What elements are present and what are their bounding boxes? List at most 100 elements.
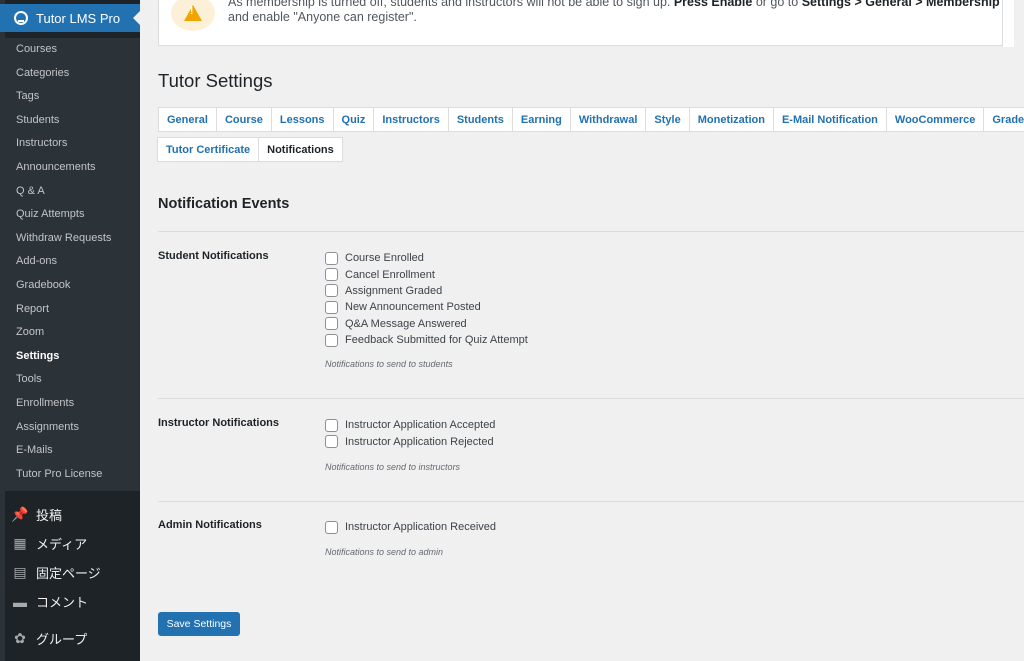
tab-earning[interactable]: Earning: [511, 107, 571, 132]
tab-gradebook[interactable]: Gradebook: [983, 107, 1024, 132]
sidebar-item-tutor-pro-license[interactable]: Tutor Pro License: [0, 463, 140, 487]
notification-option-label: Feedback Submitted for Quiz Attempt: [345, 334, 528, 347]
notification-option-label: Instructor Application Rejected: [345, 435, 494, 448]
save-settings-button[interactable]: Save Settings: [158, 612, 240, 636]
divider: [158, 398, 1024, 399]
wp-main-menu: 📌 投稿 ▦ メディア ▤ 固定ページ ▬ コメント ✿ グループ: [0, 500, 140, 653]
media-icon: ▦: [13, 535, 27, 551]
tab-quiz[interactable]: Quiz: [332, 107, 375, 132]
notice-settings-path: Settings > General > Membership: [801, 0, 1000, 9]
notification-option-label: Instructor Application Accepted: [345, 419, 496, 432]
tab-tutor-certificate[interactable]: Tutor Certificate: [157, 137, 260, 162]
section-title: Notification Events: [158, 196, 290, 212]
admin-notifications-label: Admin Notifications: [158, 519, 262, 531]
checkbox[interactable]: [325, 333, 338, 347]
main-content: ! As membership is turned off, students …: [140, 0, 1024, 661]
sidebar-item-courses[interactable]: Courses: [0, 38, 140, 62]
tabs-row-1: General Course Lessons Quiz Instructors Stude…: [158, 107, 1024, 132]
tab-instructors[interactable]: Instructors: [373, 107, 449, 132]
sidebar-item-add-ons[interactable]: Add-ons: [0, 250, 140, 274]
notification-option-instructor-application-accepted[interactable]: Instructor Application Accepted: [325, 417, 495, 433]
sidebar-main-item-label: コメント: [36, 595, 89, 610]
checkbox[interactable]: [325, 300, 338, 314]
sidebar-main-item-label: 固定ページ: [36, 566, 101, 581]
sidebar-item-quiz-attempts[interactable]: Quiz Attempts: [0, 203, 140, 227]
sidebar-main-item-3[interactable]: ▬ コメント: [0, 587, 140, 616]
instructor-notifications-description: Notifications to send to instructors: [325, 462, 461, 472]
current-menu-arrow-icon: [133, 11, 140, 25]
tab-e-mail-notification[interactable]: E-Mail Notification: [772, 107, 887, 132]
sidebar-item-withdraw-requests[interactable]: Withdraw Requests: [0, 227, 140, 251]
tab-students[interactable]: Students: [447, 107, 513, 132]
comment-icon: ▬: [13, 593, 27, 610]
tab-general[interactable]: General: [158, 107, 217, 132]
sidebar-item-gradebook[interactable]: Gradebook: [0, 274, 140, 298]
notification-option-instructor-application-received[interactable]: Instructor Application Received: [325, 519, 496, 535]
divider: [158, 501, 1024, 502]
notification-option-label: Instructor Application Received: [345, 521, 497, 534]
student-notifications-label: Student Notifications: [158, 250, 269, 262]
divider: [158, 231, 1024, 232]
tutor-submenu: Courses Categories Tags Students Instructors…: [0, 38, 140, 491]
notification-option-feedback-submitted-for-quiz-attempt[interactable]: Feedback Submitted for Quiz Attempt: [325, 332, 528, 348]
notification-option-label: Cancel Enrollment: [345, 268, 435, 281]
pin-icon: 📌: [11, 506, 29, 522]
tab-withdrawal[interactable]: Withdrawal: [569, 107, 647, 132]
sidebar-item-tags[interactable]: Tags: [0, 85, 140, 109]
notice-text: As membership is turned off, students an…: [228, 0, 1008, 24]
sidebar-item-instructors[interactable]: Instructors: [0, 132, 140, 156]
notice-text-2: or go to: [752, 0, 802, 9]
sidebar-item-tools[interactable]: Tools: [0, 368, 140, 392]
checkbox[interactable]: [325, 435, 338, 449]
tab-woocommerce[interactable]: WooCommerce: [885, 107, 985, 132]
sidebar-item-e-mails[interactable]: E-Mails: [0, 439, 140, 463]
sidebar-item-categories[interactable]: Categories: [0, 62, 140, 86]
tutor-logo-icon: [14, 11, 28, 25]
sidebar-main-item-label: メディア: [36, 537, 88, 552]
notice-text-3: and enable "Anyone can register".: [228, 9, 417, 24]
sidebar-item-report[interactable]: Report: [0, 298, 140, 322]
tab-lessons[interactable]: Lessons: [270, 107, 334, 132]
checkbox[interactable]: [325, 284, 338, 298]
sidebar-item-assignments[interactable]: Assignments: [0, 416, 140, 440]
checkbox[interactable]: [325, 251, 338, 265]
admin-notifications-options: Instructor Application Received: [325, 519, 496, 535]
sidebar-item-settings[interactable]: Settings: [0, 345, 140, 369]
sidebar-item-students[interactable]: Students: [0, 109, 140, 133]
tab-notifications[interactable]: Notifications: [258, 137, 343, 162]
tabs-row-2: Tutor Certificate Notifications: [157, 137, 1024, 162]
sidebar-item-announcements[interactable]: Announcements: [0, 156, 140, 180]
notification-option-cancel-enrollment[interactable]: Cancel Enrollment: [325, 266, 528, 282]
checkbox[interactable]: [325, 418, 338, 432]
notice-side-panel: [1002, 0, 1014, 47]
checkbox[interactable]: [325, 317, 338, 331]
notification-option-label: New Announcement Posted: [345, 301, 481, 314]
sidebar-item-zoom[interactable]: Zoom: [0, 321, 140, 345]
notification-option-label: Course Enrolled: [345, 252, 424, 265]
page-title: Tutor Settings: [158, 70, 273, 91]
notification-option-q-a-message-answered[interactable]: Q&A Message Answered: [325, 316, 528, 332]
warning-icon: !: [171, 0, 215, 31]
notification-option-course-enrolled[interactable]: Course Enrolled: [325, 250, 528, 266]
tab-monetization[interactable]: Monetization: [688, 107, 774, 132]
checkbox[interactable]: [325, 268, 338, 282]
instructor-notifications-label: Instructor Notifications: [158, 417, 280, 429]
settings-tabs: General Course Lessons Quiz Instructors Stude…: [157, 107, 1024, 162]
membership-notice: ! As membership is turned off, students …: [158, 0, 1014, 47]
notification-option-instructor-application-rejected[interactable]: Instructor Application Rejected: [325, 433, 495, 449]
checkbox[interactable]: [325, 520, 338, 534]
sidebar-item-tutor-lms-pro[interactable]: Tutor LMS Pro: [0, 4, 140, 32]
instructor-notifications-options: Instructor Application Accepted Instructo…: [325, 417, 495, 450]
sidebar-main-item-2[interactable]: ▤ 固定ページ: [0, 558, 140, 587]
sidebar-item-enrollments[interactable]: Enrollments: [0, 392, 140, 416]
tab-style[interactable]: Style: [645, 107, 690, 132]
sidebar-main-item-4[interactable]: ✿ グループ: [0, 624, 140, 653]
notification-option-new-announcement-posted[interactable]: New Announcement Posted: [325, 299, 528, 315]
sidebar-main-item-label: グループ: [36, 632, 88, 647]
notification-option-assignment-graded[interactable]: Assignment Graded: [325, 283, 528, 299]
tab-course[interactable]: Course: [215, 107, 272, 132]
sidebar-item-q-a[interactable]: Q & A: [0, 180, 140, 204]
sidebar-main-item-1[interactable]: ▦ メディア: [0, 529, 140, 558]
sidebar-main-item-0[interactable]: 📌 投稿: [0, 500, 140, 529]
notification-option-label: Q&A Message Answered: [345, 317, 467, 330]
